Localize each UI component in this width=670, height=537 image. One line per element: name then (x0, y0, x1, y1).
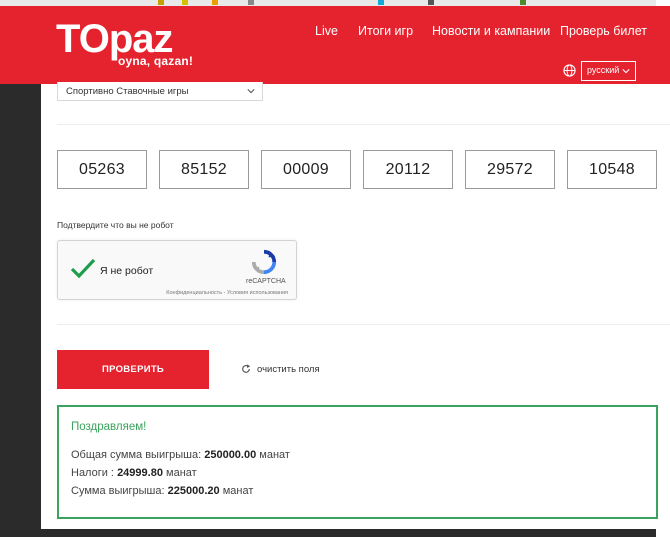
clear-fields-label: очистить поля (257, 364, 320, 375)
nav-item-check-ticket[interactable]: Проверь билет (560, 24, 647, 38)
clear-fields-link[interactable]: очистить поля (241, 364, 320, 375)
recaptcha-widget: Я не робот reCAPTCHA Конфиденциальность … (57, 240, 297, 300)
tab-favicon (212, 0, 218, 5)
chevron-down-icon (247, 89, 255, 94)
tab-favicon (248, 0, 254, 5)
recaptcha-logo-icon (251, 249, 277, 275)
tax-value: 24999.80 (117, 467, 163, 479)
language-select[interactable]: русский (581, 61, 636, 81)
divider (57, 124, 670, 125)
logo-tagline: oyna, qazan! (118, 54, 194, 68)
logo-wordmark: TOpaz (56, 17, 174, 61)
captcha-checkbox-label[interactable]: Я не робот (100, 265, 153, 277)
tab-favicon (520, 0, 526, 5)
ticket-number-input[interactable]: 85152 (159, 150, 249, 189)
ticket-number-input[interactable]: 10548 (567, 150, 657, 189)
ticket-check-panel: Спортивно Ставочные игры 05263 85152 000… (41, 82, 670, 529)
win-result-box: Поздравляем! Общая сумма выигрыша: 25000… (57, 405, 658, 519)
currency: манат (259, 449, 290, 461)
tab-favicon (182, 0, 188, 5)
ticket-number-input[interactable]: 29572 (465, 150, 555, 189)
divider (57, 324, 670, 325)
recaptcha-links[interactable]: Конфиденциальность - Условия использован… (166, 290, 288, 296)
chevron-down-icon (622, 69, 630, 74)
net-label: Сумма выигрыша: (71, 485, 165, 497)
game-type-value: Спортивно Ставочные игры (66, 86, 189, 97)
result-net-row: Сумма выигрыша: 225000.20 манат (71, 485, 253, 497)
currency: манат (222, 485, 254, 497)
net-value: 225000.20 (167, 485, 220, 497)
main-nav: Live Итоги игр Новости и кампании Провер… (300, 24, 650, 44)
game-type-select[interactable]: Спортивно Ставочные игры (57, 82, 263, 101)
nav-item-news[interactable]: Новости и кампании (432, 24, 550, 38)
total-value: 250000.00 (204, 449, 257, 461)
checkmark-icon[interactable] (70, 257, 96, 279)
refresh-icon (242, 364, 251, 373)
language-value: русский (587, 65, 620, 75)
nav-item-results[interactable]: Итоги игр (358, 24, 413, 38)
check-ticket-button[interactable]: ПРОВЕРИТЬ (57, 350, 209, 389)
ticket-number-input[interactable]: 00009 (261, 150, 351, 189)
nav-item-live[interactable]: Live (315, 24, 338, 38)
globe-icon (563, 64, 576, 77)
tax-label: Налоги : (71, 467, 114, 479)
recaptcha-brand: reCAPTCHA (246, 278, 286, 285)
robot-prompt: Подтвердите что вы не робот (57, 220, 174, 230)
result-total-row: Общая сумма выигрыша: 250000.00 манат (71, 449, 290, 461)
total-label: Общая сумма выигрыша: (71, 449, 202, 461)
ticket-number-input[interactable]: 20112 (363, 150, 453, 189)
result-tax-row: Налоги : 24999.80 манат (71, 467, 197, 479)
tab-favicon (158, 0, 164, 5)
site-header: TOpaz oyna, qazan! Live Итоги игр Новост… (0, 6, 670, 84)
currency: манат (166, 467, 197, 479)
ticket-number-input[interactable]: 05263 (57, 150, 147, 189)
tab-favicon (428, 0, 434, 5)
tab-favicon (378, 0, 384, 5)
result-title: Поздравляем! (71, 421, 147, 433)
topaz-logo[interactable]: TOpaz oyna, qazan! (56, 17, 193, 68)
